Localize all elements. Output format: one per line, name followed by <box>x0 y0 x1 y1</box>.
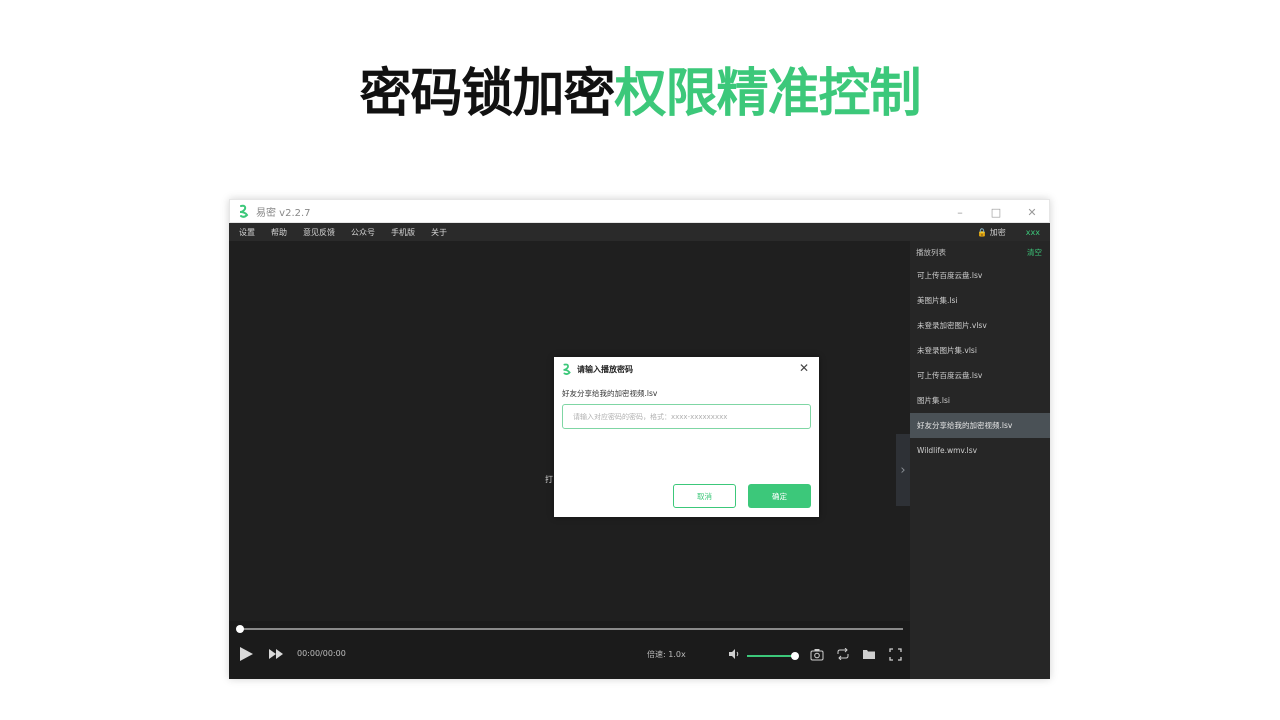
playlist-item[interactable]: 可上传百度云盘.lsv <box>910 363 1050 388</box>
folder-icon[interactable] <box>861 646 877 662</box>
play-icon[interactable] <box>237 645 255 663</box>
playlist-item[interactable]: 图片集.lsi <box>910 388 1050 413</box>
lock-icon: 🔒 <box>977 227 988 237</box>
progress-bar[interactable] <box>240 628 903 630</box>
playlist-item[interactable]: Wildlife.wmv.lsv <box>910 438 1050 463</box>
dialog-close-icon[interactable]: ✕ <box>797 361 811 375</box>
encrypt-button[interactable]: 🔒 加密 <box>977 227 1006 238</box>
close-icon[interactable]: ✕ <box>1014 200 1050 224</box>
menu-bar: 设置 帮助 意见反馈 公众号 手机版 关于 🔒 加密 xxx <box>229 223 1050 241</box>
headline-black: 密码锁加密 <box>359 64 615 124</box>
menu-mobile[interactable]: 手机版 <box>391 227 415 238</box>
playlist-item[interactable]: 美图片集.lsi <box>910 288 1050 313</box>
playlist-item-active[interactable]: 好友分享给我的加密视频.lsv <box>910 413 1050 438</box>
dialog-file-name: 好友分享给我的加密视频.lsv <box>562 389 658 398</box>
confirm-button[interactable]: 确定 <box>748 484 811 508</box>
minimize-icon[interactable]: – <box>942 200 978 224</box>
menu-feedback[interactable]: 意见反馈 <box>303 227 335 238</box>
loop-icon[interactable] <box>835 646 851 662</box>
cancel-button[interactable]: 取消 <box>673 484 736 508</box>
window-title: 易密 v2.2.7 <box>256 207 311 219</box>
slide-headline: 密码锁加密权限精准控制 <box>0 58 1280 130</box>
menu-official-account[interactable]: 公众号 <box>351 227 375 238</box>
playlist-panel: 播放列表 清空 可上传百度云盘.lsv 美图片集.lsi 未登录加密图片.vls… <box>910 241 1050 679</box>
menu-settings[interactable]: 设置 <box>239 227 255 238</box>
title-bar: 易密 v2.2.7 – □ ✕ <box>229 199 1050 223</box>
fullscreen-icon[interactable] <box>887 646 903 662</box>
playlist-clear-button[interactable]: 清空 <box>1027 247 1042 258</box>
volume-icon[interactable] <box>727 647 741 661</box>
user-name[interactable]: xxx <box>1026 228 1040 237</box>
menu-help[interactable]: 帮助 <box>271 227 287 238</box>
playlist-toggle-chevron-icon[interactable]: › <box>896 434 910 506</box>
progress-knob[interactable] <box>236 625 244 633</box>
playlist-header: 播放列表 清空 <box>910 241 1050 263</box>
playlist-title: 播放列表 <box>916 247 946 257</box>
maximize-icon[interactable]: □ <box>978 200 1014 224</box>
player-hint: 打 <box>545 475 553 484</box>
volume-slider[interactable] <box>747 655 795 657</box>
menu-about[interactable]: 关于 <box>431 227 447 238</box>
playlist-item[interactable]: 未登录图片集.vlsi <box>910 338 1050 363</box>
time-display: 00:00/00:00 <box>297 649 346 658</box>
app-logo-icon <box>239 204 249 218</box>
screenshot-camera-icon[interactable] <box>809 646 825 662</box>
speed-button[interactable]: 倍速: 1.0x <box>647 649 686 660</box>
control-bar: 00:00/00:00 倍速: 1.0x <box>229 621 910 679</box>
menu-right: 🔒 加密 xxx <box>977 223 1040 241</box>
fast-forward-icon[interactable] <box>267 647 285 661</box>
password-input[interactable] <box>562 404 811 429</box>
encrypt-label: 加密 <box>989 227 1006 237</box>
playlist-item[interactable]: 未登录加密图片.vlsv <box>910 313 1050 338</box>
password-dialog: 请输入播放密码 ✕ 好友分享给我的加密视频.lsv 取消 确定 <box>554 357 819 517</box>
volume-knob[interactable] <box>791 652 799 660</box>
headline-green: 权限精准控制 <box>614 64 922 124</box>
playlist-items: 可上传百度云盘.lsv 美图片集.lsi 未登录加密图片.vlsv 未登录图片集… <box>910 263 1050 463</box>
playlist-item[interactable]: 可上传百度云盘.lsv <box>910 263 1050 288</box>
dialog-header: 请输入播放密码 ✕ <box>554 357 819 381</box>
dialog-title: 请输入播放密码 <box>577 364 633 374</box>
dialog-logo-icon <box>563 363 571 375</box>
